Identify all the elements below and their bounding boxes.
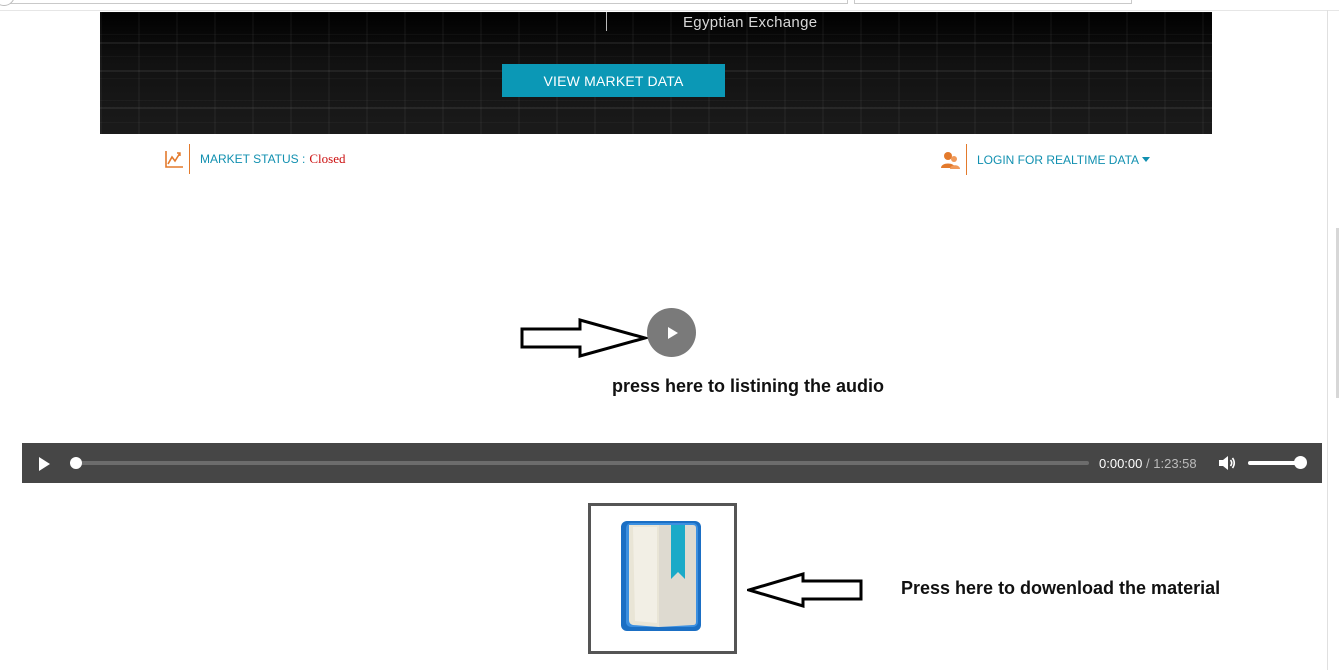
big-play-button[interactable] — [647, 308, 696, 357]
scrollbar-track[interactable] — [1327, 10, 1328, 670]
exchange-subtitle: Egyptian Exchange — [683, 14, 818, 31]
users-icon — [941, 151, 960, 169]
caret-down-icon — [1142, 156, 1151, 162]
audio-player: 0:00:00 / 1:23:58 — [22, 443, 1322, 483]
download-material-button[interactable] — [588, 503, 737, 654]
player-play-button[interactable] — [34, 454, 52, 472]
download-hint: Press here to dowenload the material — [901, 578, 1221, 598]
login-label: LOGIN FOR REALTIME DATA — [977, 152, 1140, 167]
banner-divider — [606, 12, 607, 31]
toolbar-divider — [0, 10, 1339, 11]
view-market-data-button[interactable]: VIEW MARKET DATA — [502, 64, 725, 97]
volume-knob[interactable] — [1294, 456, 1307, 469]
duration: 1:23:58 — [1153, 456, 1197, 471]
book-icon — [621, 521, 701, 631]
login-realtime-dropdown[interactable]: LOGIN FOR REALTIME DATA — [977, 152, 1151, 167]
market-status-label: MARKET STATUS : — [200, 152, 306, 166]
line-chart-icon — [165, 151, 183, 168]
status-divider — [189, 144, 190, 174]
arrow-right-icon — [520, 318, 650, 358]
market-status-value: Closed — [309, 151, 346, 166]
progress-track[interactable] — [70, 457, 1089, 469]
volume-slider[interactable] — [1248, 461, 1300, 465]
search-bar[interactable] — [854, 0, 1132, 4]
market-status: MARKET STATUS : Closed — [163, 144, 345, 174]
volume-icon[interactable] — [1218, 455, 1236, 471]
time-separator: / — [1146, 456, 1150, 471]
audio-hint: press here to listining the audio — [612, 376, 885, 396]
login-area: LOGIN FOR REALTIME DATA — [939, 144, 1151, 175]
nav-button[interactable] — [0, 0, 15, 6]
hero-banner: Egyptian Exchange VIEW MARKET DATA — [100, 12, 1212, 134]
login-divider — [966, 144, 967, 175]
progress-knob[interactable] — [70, 457, 82, 469]
time-display: 0:00:00 / 1:23:58 — [1099, 456, 1197, 471]
banner-texture — [100, 42, 1212, 44]
banner-texture — [100, 107, 1212, 109]
address-bar[interactable] — [0, 0, 848, 6]
current-time: 0:00:00 — [1099, 456, 1143, 471]
play-icon — [668, 326, 678, 339]
play-icon — [39, 457, 50, 471]
arrow-left-icon — [747, 572, 863, 608]
